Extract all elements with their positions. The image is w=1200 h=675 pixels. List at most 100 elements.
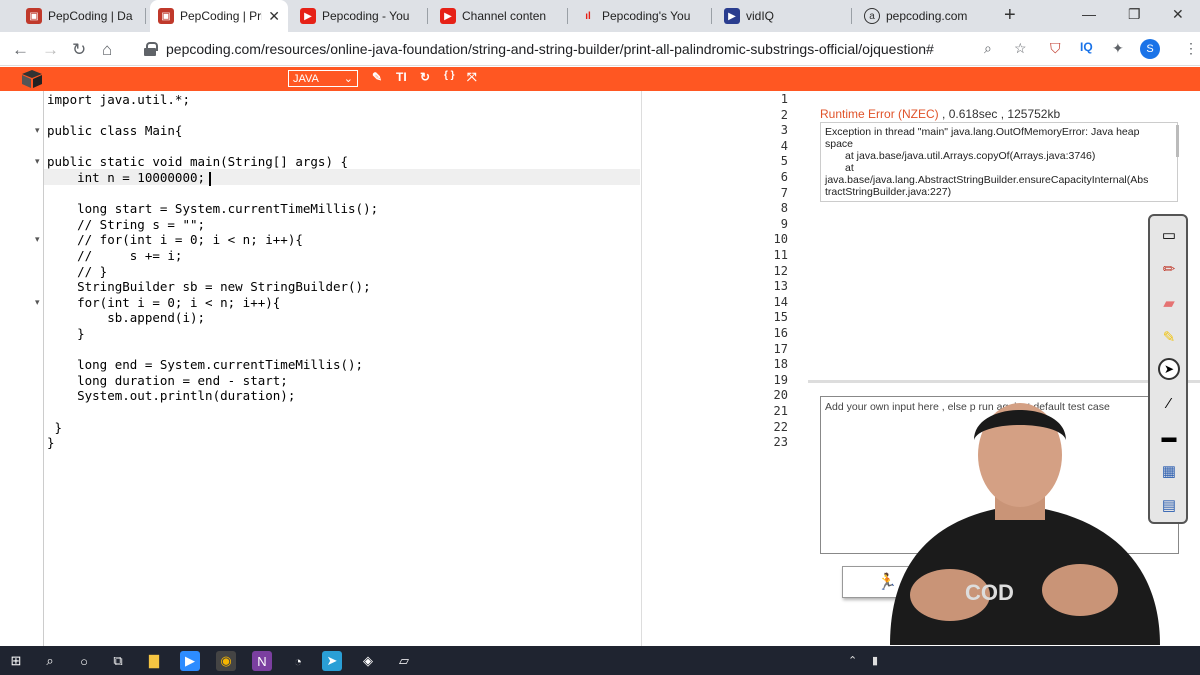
- windows-taskbar: ⊞ ⌕ ○ ⧉ ▇ ▶ ◉ N ◔ ➤ ◈ ▱ ⌃ ▮: [0, 646, 1200, 675]
- line-number: 1: [780, 92, 788, 106]
- code-line[interactable]: int n = 10000000;: [47, 170, 212, 186]
- fullscreen-icon[interactable]: ⤧: [467, 70, 477, 85]
- code-line[interactable]: // for(int i = 0; i < n; i++){: [47, 232, 303, 248]
- code-line[interactable]: // String s = "";: [47, 217, 205, 233]
- annotation-toolbar: ▭ ✏ ▰ ✎ ➤ ⁄ ▬ ▦ ▤: [1148, 214, 1188, 524]
- screen-record-icon[interactable]: ▤: [1158, 494, 1180, 516]
- reload-icon[interactable]: ↻: [72, 40, 86, 60]
- minimize-icon[interactable]: —: [1082, 6, 1096, 22]
- code-editor[interactable]: 1 2 3 ▾ 4 5 ▾ 6 7 8 9 10 ▾ 11 12 13 14 ▾ 15 16 17 18 19 20 21 22 2…: [0, 91, 800, 646]
- code-line[interactable]: // }: [47, 264, 107, 280]
- app-icon[interactable]: ◈: [358, 651, 378, 671]
- brush-icon[interactable]: ⁄: [1158, 392, 1180, 414]
- code-line[interactable]: }: [47, 326, 85, 342]
- chrome-icon[interactable]: ◉: [216, 651, 236, 671]
- url-field[interactable]: pepcoding.com/resources/online-java-foun…: [130, 35, 1030, 63]
- tab-youtube-analytics[interactable]: ıl Pepcoding's You: [572, 0, 712, 32]
- vidiq-icon: ▶: [724, 8, 740, 24]
- home-icon[interactable]: ⌂: [102, 40, 112, 60]
- task-view-icon[interactable]: ⧉: [108, 651, 128, 671]
- fold-toggle-icon[interactable]: ▾: [35, 234, 40, 245]
- close-tab-icon[interactable]: ✕: [268, 8, 280, 25]
- pen-icon[interactable]: ✏: [1158, 258, 1180, 280]
- tab-channel-content[interactable]: ▶ Channel conten: [432, 0, 568, 32]
- code-text: // String s = "";: [47, 216, 206, 232]
- fold-toggle-icon[interactable]: ▾: [35, 297, 40, 308]
- run-time: , 0.618sec: [942, 107, 998, 121]
- line-icon[interactable]: ▬: [1158, 426, 1180, 448]
- code-line[interactable]: }: [47, 435, 55, 451]
- code-line[interactable]: import java.util.*;: [47, 92, 190, 108]
- cortana-icon[interactable]: ○: [74, 651, 94, 671]
- whiteboard-icon[interactable]: ▭: [1158, 224, 1180, 246]
- code-line[interactable]: public static void main(String[] args) {: [47, 154, 348, 170]
- custom-input-field[interactable]: Add your own input here , else p run aga…: [820, 396, 1179, 554]
- close-window-icon[interactable]: ✕: [1172, 6, 1184, 23]
- zoom-app-icon[interactable]: ▶: [180, 651, 200, 671]
- code-text: }: [47, 419, 63, 435]
- panel-divider: [808, 380, 1200, 383]
- run-button[interactable]: 🏃: [842, 566, 932, 598]
- code-line[interactable]: for(int i = 0; i < n; i++){: [47, 295, 280, 311]
- telegram-icon[interactable]: ➤: [322, 651, 342, 671]
- back-icon[interactable]: ←: [12, 40, 29, 60]
- tray-chevron-icon[interactable]: ⌃: [848, 654, 857, 667]
- format-braces-icon[interactable]: { }: [444, 70, 455, 81]
- extensions-puzzle-icon[interactable]: ✦: [1112, 40, 1124, 57]
- code-line[interactable]: public class Main{: [47, 123, 182, 139]
- code-line[interactable]: // s += i;: [47, 248, 182, 264]
- line-number: 6: [780, 170, 788, 184]
- font-size-icon[interactable]: TI: [396, 70, 407, 84]
- pepcoding-favicon-icon: ▣: [158, 8, 174, 24]
- fold-toggle-icon[interactable]: ▾: [35, 156, 40, 167]
- tab-separator: [711, 8, 712, 24]
- line-number: 22: [773, 419, 788, 434]
- line-number: 10: [773, 232, 788, 247]
- windows-start-icon[interactable]: ⊞: [6, 651, 26, 671]
- new-tab-icon[interactable]: +: [1004, 4, 1016, 27]
- extension-shield-icon[interactable]: ⛉: [1050, 40, 1061, 57]
- screenshot-icon[interactable]: ▦: [1158, 460, 1180, 482]
- language-select[interactable]: JAVA ⌄: [288, 70, 358, 87]
- tab-vidiq[interactable]: ▶ vidIQ: [716, 0, 852, 32]
- profile-avatar[interactable]: S: [1140, 39, 1160, 59]
- tab-pepcoding-dashboard[interactable]: ▣ PepCoding | Da: [18, 0, 146, 32]
- code-line[interactable]: sb.append(i);: [47, 310, 205, 326]
- tray-app-icon[interactable]: ▮: [872, 654, 878, 667]
- line-number: 5: [780, 154, 788, 169]
- code-line[interactable]: long end = System.currentTimeMillis();: [47, 357, 363, 373]
- code-line[interactable]: long duration = end - start;: [47, 373, 288, 389]
- code-line[interactable]: System.out.println(duration);: [47, 388, 295, 404]
- pointer-icon[interactable]: ➤: [1158, 358, 1180, 380]
- output-scrollbar[interactable]: [1176, 125, 1179, 157]
- file-explorer-icon[interactable]: ▇: [144, 651, 164, 671]
- code-line[interactable]: StringBuilder sb = new StringBuilder();: [47, 279, 371, 295]
- fold-toggle-icon[interactable]: ▾: [35, 125, 40, 136]
- highlighter-icon[interactable]: ✎: [1158, 326, 1180, 348]
- code-line[interactable]: long start = System.currentTimeMillis();: [47, 201, 378, 217]
- vidiq-extension-icon[interactable]: IQ: [1080, 40, 1093, 54]
- code-text: // s += i;: [47, 248, 183, 263]
- whiteboard-app-icon[interactable]: ▱: [394, 651, 414, 671]
- editor-toolbar: JAVA ⌄ ✎ TI ↻ { } ⤧: [0, 67, 1200, 91]
- tab-pepcoding-com[interactable]: a pepcoding.com: [856, 0, 996, 32]
- restore-icon[interactable]: ❐: [1128, 6, 1141, 23]
- onenote-icon[interactable]: N: [252, 651, 272, 671]
- eraser-icon[interactable]: ▰: [1158, 292, 1180, 314]
- brush-icon[interactable]: ✎: [372, 70, 382, 84]
- line-number: 14: [773, 294, 788, 309]
- reset-icon[interactable]: ↻: [420, 70, 430, 84]
- line-number: 20: [773, 388, 788, 403]
- youtube-icon: ▶: [300, 8, 316, 24]
- address-bar: ← → ↻ ⌂ pepcoding.com/resources/online-j…: [0, 32, 1200, 66]
- forward-icon[interactable]: →: [42, 40, 59, 60]
- tab-pepcoding-active[interactable]: ▣ PepCoding | Pri ✕: [150, 0, 288, 32]
- code-text: // for(int i = 0; i < n; i++){: [47, 232, 303, 248]
- code-line[interactable]: }: [47, 419, 63, 436]
- menu-dots-icon[interactable]: ⋮: [1184, 40, 1198, 57]
- tab-youtube-pepcoding[interactable]: ▶ Pepcoding - You: [292, 0, 428, 32]
- zoom-icon[interactable]: ⌕: [984, 40, 992, 57]
- clock-app-icon[interactable]: ◔: [288, 651, 308, 671]
- bookmark-star-icon[interactable]: ☆: [1014, 40, 1027, 57]
- search-icon[interactable]: ⌕: [40, 651, 60, 671]
